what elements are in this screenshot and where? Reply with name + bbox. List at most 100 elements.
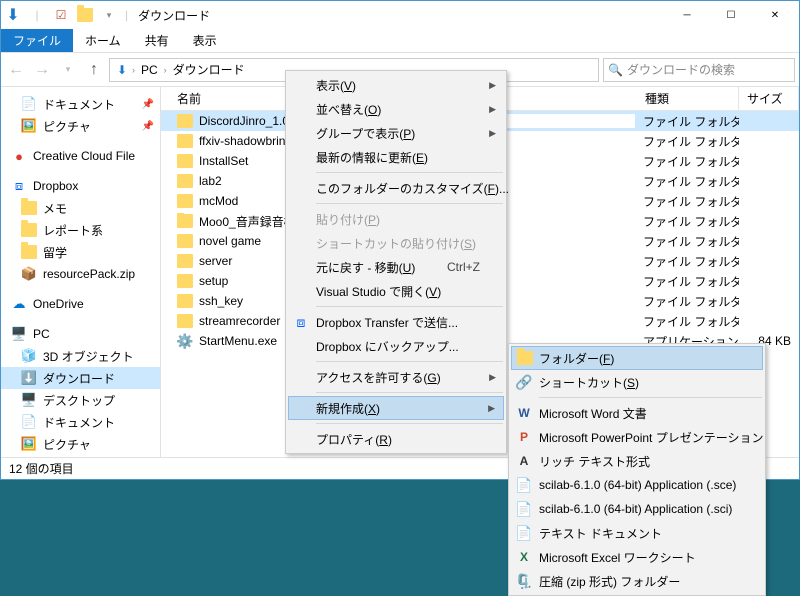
- submenu-item[interactable]: PMicrosoft PowerPoint プレゼンテーション: [511, 425, 763, 449]
- shortcut-icon: 🔗: [515, 373, 533, 391]
- submenu-item[interactable]: Aリッチ テキスト形式: [511, 449, 763, 473]
- dropbox-icon: ⧈: [292, 313, 310, 331]
- nav-onedrive[interactable]: ☁OneDrive: [1, 293, 160, 315]
- nav-pictures2[interactable]: 🖼️ピクチャ: [1, 433, 160, 455]
- context-item[interactable]: アクセスを許可する(G)▶: [288, 365, 504, 389]
- submenu-item[interactable]: 📄scilab-6.1.0 (64-bit) Application (.sce…: [511, 473, 763, 497]
- context-item[interactable]: Dropbox Transfer で送信...⧈: [288, 310, 504, 334]
- forward-button[interactable]: →: [31, 59, 53, 81]
- rtf-icon: A: [515, 452, 533, 470]
- chevron-right-icon: ▶: [489, 80, 496, 91]
- nav-pane: 📄ドキュメント📌 🖼️ピクチャ📌 ●Creative Cloud File ⧈D…: [1, 87, 161, 457]
- nav-documents2[interactable]: 📄ドキュメント: [1, 411, 160, 433]
- nav-dropbox-resource[interactable]: 📦resourcePack.zip: [1, 263, 160, 285]
- file-kind: ファイル フォルダー: [635, 153, 739, 170]
- file-name: mcMod: [199, 194, 238, 208]
- chevron-right-icon[interactable]: ›: [164, 65, 167, 75]
- folder-icon: [177, 134, 193, 148]
- maximize-button[interactable]: ☐: [709, 1, 753, 29]
- folder-icon: [516, 349, 534, 367]
- submenu-item[interactable]: 📄テキスト ドキュメント: [511, 521, 763, 545]
- folder-icon: [177, 174, 193, 188]
- file-kind: ファイル フォルダー: [635, 173, 739, 190]
- breadcrumb-pc[interactable]: PC: [137, 63, 162, 77]
- context-item[interactable]: このフォルダーのカスタマイズ(F)...: [288, 176, 504, 200]
- context-item[interactable]: グループで表示(P)▶: [288, 121, 504, 145]
- nav-documents[interactable]: 📄ドキュメント📌: [1, 93, 160, 115]
- chevron-right-icon[interactable]: ›: [132, 65, 135, 75]
- nav-3d-objects[interactable]: 🧊3D オブジェクト: [1, 345, 160, 367]
- zip-icon: 🗜️: [515, 572, 533, 590]
- search-placeholder: ダウンロードの検索: [627, 61, 735, 78]
- search-icon: 🔍: [608, 63, 623, 77]
- nav-pc[interactable]: 🖥️PC: [1, 323, 160, 345]
- chevron-right-icon: ▶: [489, 104, 496, 115]
- submenu-item[interactable]: XMicrosoft Excel ワークシート: [511, 545, 763, 569]
- ribbon-tab-share[interactable]: 共有: [133, 29, 181, 52]
- search-input[interactable]: 🔍 ダウンロードの検索: [603, 58, 795, 82]
- cube-icon: 🧊: [21, 348, 37, 364]
- nav-pictures[interactable]: 🖼️ピクチャ📌: [1, 115, 160, 137]
- file-name: streamrecorder: [199, 314, 280, 328]
- up-button[interactable]: ↑: [83, 59, 105, 81]
- ribbon-tab-file[interactable]: ファイル: [1, 29, 73, 52]
- context-item: ショートカットの貼り付け(S): [288, 231, 504, 255]
- column-kind[interactable]: 種類: [637, 87, 739, 110]
- submenu-item[interactable]: 🗜️圧縮 (zip 形式) フォルダー: [511, 569, 763, 593]
- submenu-item[interactable]: 🔗ショートカット(S): [511, 370, 763, 394]
- back-button[interactable]: ←: [5, 59, 27, 81]
- file-name: InstallSet: [199, 154, 248, 168]
- desktop-icon: 🖥️: [21, 392, 37, 408]
- nav-dropbox-study[interactable]: 留学: [1, 241, 160, 263]
- divider-icon: |: [125, 8, 128, 22]
- item-count: 12 個の項目: [9, 460, 74, 477]
- divider-icon: |: [27, 5, 47, 25]
- file-kind: ファイル フォルダー: [635, 213, 739, 230]
- file-name: novel game: [199, 234, 261, 248]
- context-item[interactable]: Visual Studio で開く(V): [288, 279, 504, 303]
- submenu-item[interactable]: WMicrosoft Word 文書: [511, 401, 763, 425]
- download-icon: ⬇️: [21, 370, 37, 386]
- context-item[interactable]: 並べ替え(O)▶: [288, 97, 504, 121]
- zip-icon: 📦: [21, 266, 37, 282]
- pin-icon: 📌: [142, 121, 154, 132]
- folder-icon: [21, 244, 37, 260]
- nav-downloads[interactable]: ⬇️ダウンロード: [1, 367, 160, 389]
- dropbox-icon: ⧈: [11, 178, 27, 194]
- context-item[interactable]: プロパティ(R): [288, 427, 504, 451]
- file-kind: ファイル フォルダー: [635, 293, 739, 310]
- context-item[interactable]: 元に戻す - 移動(U)Ctrl+Z: [288, 255, 504, 279]
- folder-icon: [177, 194, 193, 208]
- window-title: ダウンロード: [138, 7, 210, 24]
- nav-desktop[interactable]: 🖥️デスクトップ: [1, 389, 160, 411]
- window-buttons: ─ ☐ ✕: [665, 1, 797, 29]
- pc-icon: 🖥️: [11, 326, 27, 342]
- nav-dropbox-report[interactable]: レポート系: [1, 219, 160, 241]
- file-name: lab2: [199, 174, 222, 188]
- column-size[interactable]: サイズ: [739, 87, 799, 110]
- down-arrow-icon[interactable]: ⬇: [3, 5, 23, 25]
- history-dropdown[interactable]: ▾: [57, 59, 79, 81]
- context-item[interactable]: Dropbox にバックアップ...: [288, 334, 504, 358]
- ribbon-tab-view[interactable]: 表示: [181, 29, 229, 52]
- overflow-icon[interactable]: ▾: [99, 5, 119, 25]
- file-kind: ファイル フォルダー: [635, 193, 739, 210]
- ribbon-tab-home[interactable]: ホーム: [73, 29, 133, 52]
- sce-icon: 📄: [515, 476, 533, 494]
- context-item[interactable]: 新規作成(X)▶: [288, 396, 504, 420]
- breadcrumb-downloads[interactable]: ダウンロード: [169, 61, 249, 78]
- folder-icon: [177, 274, 193, 288]
- folder-icon[interactable]: [75, 5, 95, 25]
- submenu-item[interactable]: 📄scilab-6.1.0 (64-bit) Application (.sci…: [511, 497, 763, 521]
- close-button[interactable]: ✕: [753, 1, 797, 29]
- file-name: Moo0_音声録音機: [199, 213, 296, 230]
- context-item[interactable]: 最新の情報に更新(E): [288, 145, 504, 169]
- cloud-icon: ●: [11, 148, 27, 164]
- nav-dropbox[interactable]: ⧈Dropbox: [1, 175, 160, 197]
- submenu-item[interactable]: フォルダー(F): [511, 346, 763, 370]
- context-item[interactable]: 表示(V)▶: [288, 73, 504, 97]
- nav-creative-cloud[interactable]: ●Creative Cloud File: [1, 145, 160, 167]
- properties-icon[interactable]: ☑: [51, 5, 71, 25]
- minimize-button[interactable]: ─: [665, 1, 709, 29]
- nav-dropbox-memo[interactable]: メモ: [1, 197, 160, 219]
